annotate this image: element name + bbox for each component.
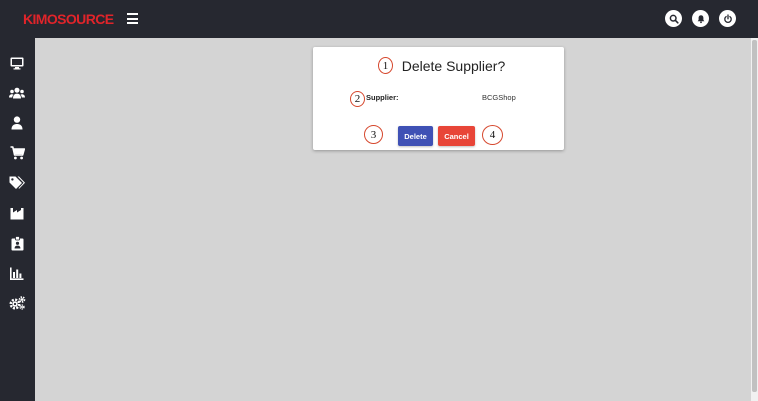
notifications-button[interactable] (692, 10, 709, 27)
sidebar-item-reports[interactable] (8, 264, 26, 282)
sidebar-item-cart[interactable] (8, 144, 26, 162)
callout-marker: 4 (482, 125, 503, 145)
scrollbar-thumb[interactable] (752, 40, 757, 392)
sidebar-item-settings[interactable] (8, 294, 26, 312)
brand-logo[interactable]: KIMOSOURCE (23, 11, 114, 27)
callout-marker: 3 (364, 125, 383, 144)
supplier-value: BCGShop (482, 93, 516, 102)
bell-icon (697, 14, 704, 23)
supplier-label: Supplier: (366, 93, 399, 102)
user-icon (11, 116, 23, 130)
sidebar-item-users-group[interactable] (8, 84, 26, 102)
sidebar-item-factory[interactable] (8, 204, 26, 222)
monitor-icon (10, 57, 24, 69)
hamburger-menu-icon[interactable] (127, 13, 138, 24)
sidebar-item-user[interactable] (8, 114, 26, 132)
cart-icon (10, 146, 25, 160)
page-scrollbar[interactable] (751, 38, 758, 401)
sidebar-item-tags[interactable] (8, 174, 26, 192)
cancel-button[interactable]: Cancel (438, 126, 475, 146)
sidebar (0, 38, 35, 401)
callout-marker: 1 (378, 57, 393, 74)
dialog-title-row: Delete Supplier? (313, 58, 564, 74)
power-icon (723, 13, 732, 23)
factory-icon (10, 207, 24, 219)
search-icon (669, 14, 679, 24)
power-button[interactable] (719, 10, 736, 27)
sidebar-item-dashboard[interactable] (8, 54, 26, 72)
top-navbar: KIMOSOURCE (0, 0, 758, 38)
tags-icon (9, 176, 25, 189)
search-button[interactable] (665, 10, 682, 27)
users-icon (9, 87, 25, 99)
dialog-title: Delete Supplier? (401, 58, 506, 74)
sidebar-item-id-badge[interactable] (8, 234, 26, 252)
id-badge-icon (11, 235, 23, 250)
delete-button[interactable]: Delete (398, 126, 433, 146)
cogs-icon (9, 296, 25, 310)
bar-chart-icon (10, 267, 24, 280)
callout-marker: 2 (350, 91, 365, 107)
